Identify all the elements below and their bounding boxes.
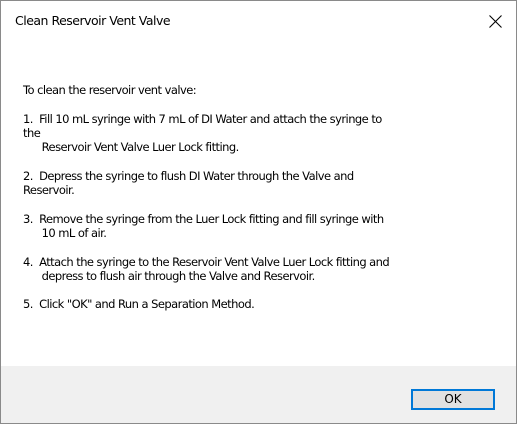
instruction-step-3: 3. Remove the syringe from the Luer Lock… bbox=[23, 212, 384, 240]
ok-button[interactable]: OK bbox=[411, 389, 495, 410]
close-icon bbox=[489, 15, 502, 28]
dialog-title: Clean Reservoir Vent Valve bbox=[15, 13, 171, 28]
instruction-step-1: 1. Fill 10 mL syringe with 7 mL of DI Wa… bbox=[23, 112, 382, 154]
instruction-step-4: 4. Attach the syringe to the Reservoir V… bbox=[23, 255, 390, 283]
instructions-intro: To clean the reservoir vent valve: bbox=[23, 83, 197, 97]
dialog-footer: OK bbox=[1, 366, 516, 423]
title-bar[interactable]: Clean Reservoir Vent Valve bbox=[1, 1, 516, 41]
instruction-step-5: 5. Click "OK" and Run a Separation Metho… bbox=[23, 297, 255, 311]
dialog-message: To clean the reservoir vent valve: 1. Fi… bbox=[1, 41, 516, 366]
close-button[interactable] bbox=[476, 1, 516, 41]
instruction-step-2: 2. Depress the syringe to flush DI Water… bbox=[23, 169, 354, 197]
dialog-window: Clean Reservoir Vent Valve To clean the … bbox=[0, 0, 517, 424]
